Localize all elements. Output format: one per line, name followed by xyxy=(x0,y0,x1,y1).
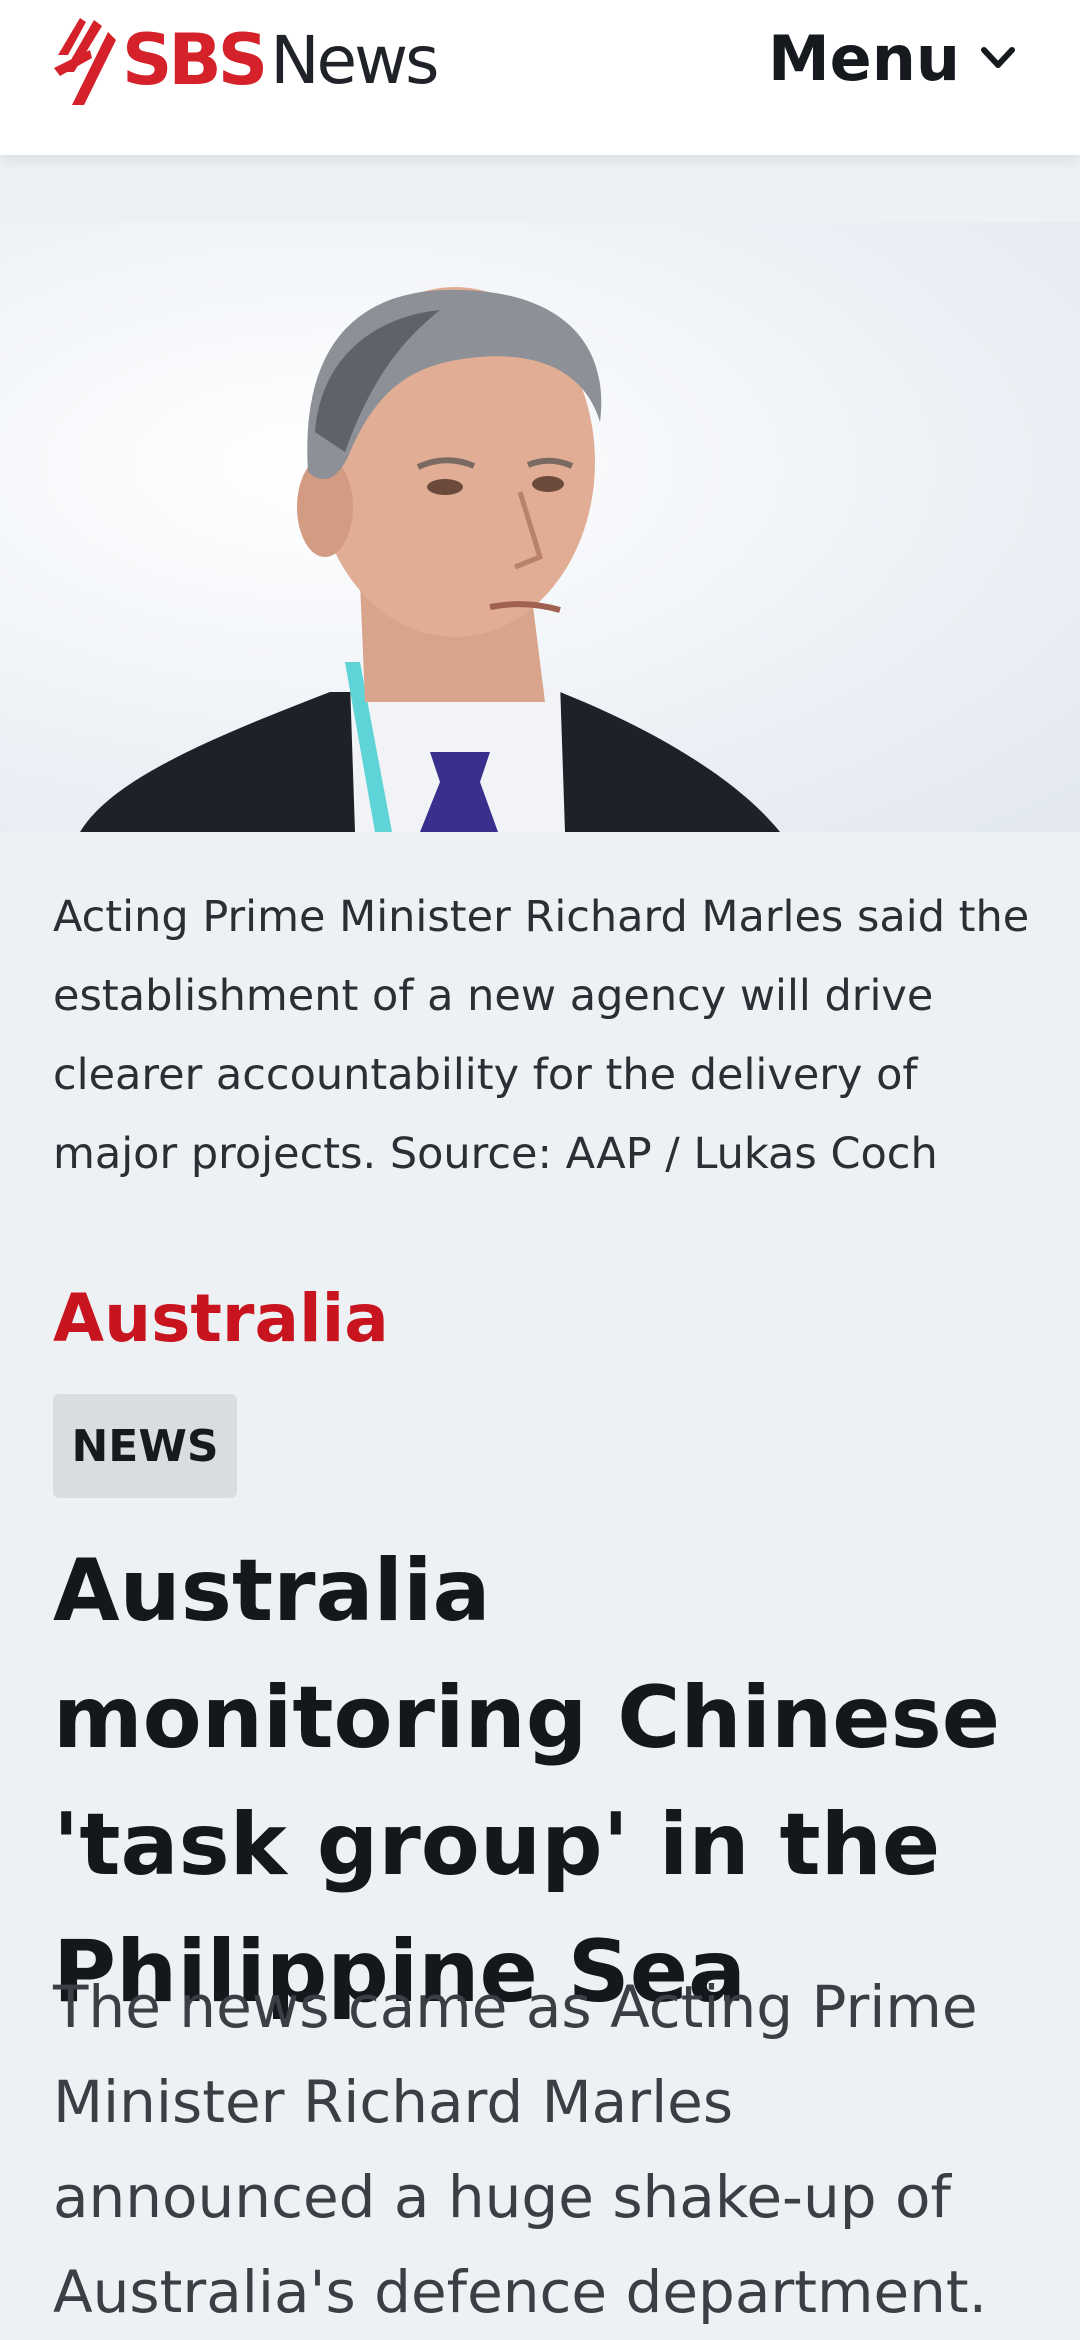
menu-button[interactable]: Menu xyxy=(768,18,1018,98)
logo-news-text: News xyxy=(270,21,439,99)
image-caption: Acting Prime Minister Richard Marles sai… xyxy=(53,892,1030,1179)
news-badge: NEWS xyxy=(53,1394,237,1498)
logo-sbs-text: SBS xyxy=(122,19,268,101)
hero-image xyxy=(0,222,1080,832)
menu-label: Menu xyxy=(767,21,960,95)
portrait-illustration xyxy=(80,287,780,832)
sbs-logo-mark-icon xyxy=(54,18,116,105)
article-standfirst: The news came as Acting Prime Minister R… xyxy=(53,1973,988,2326)
chevron-down-icon xyxy=(981,47,1015,68)
category-link[interactable]: Australia xyxy=(53,1280,389,1357)
site-header: SBS News Menu xyxy=(0,0,1080,155)
sbs-news-logo[interactable]: SBS News xyxy=(50,10,440,110)
